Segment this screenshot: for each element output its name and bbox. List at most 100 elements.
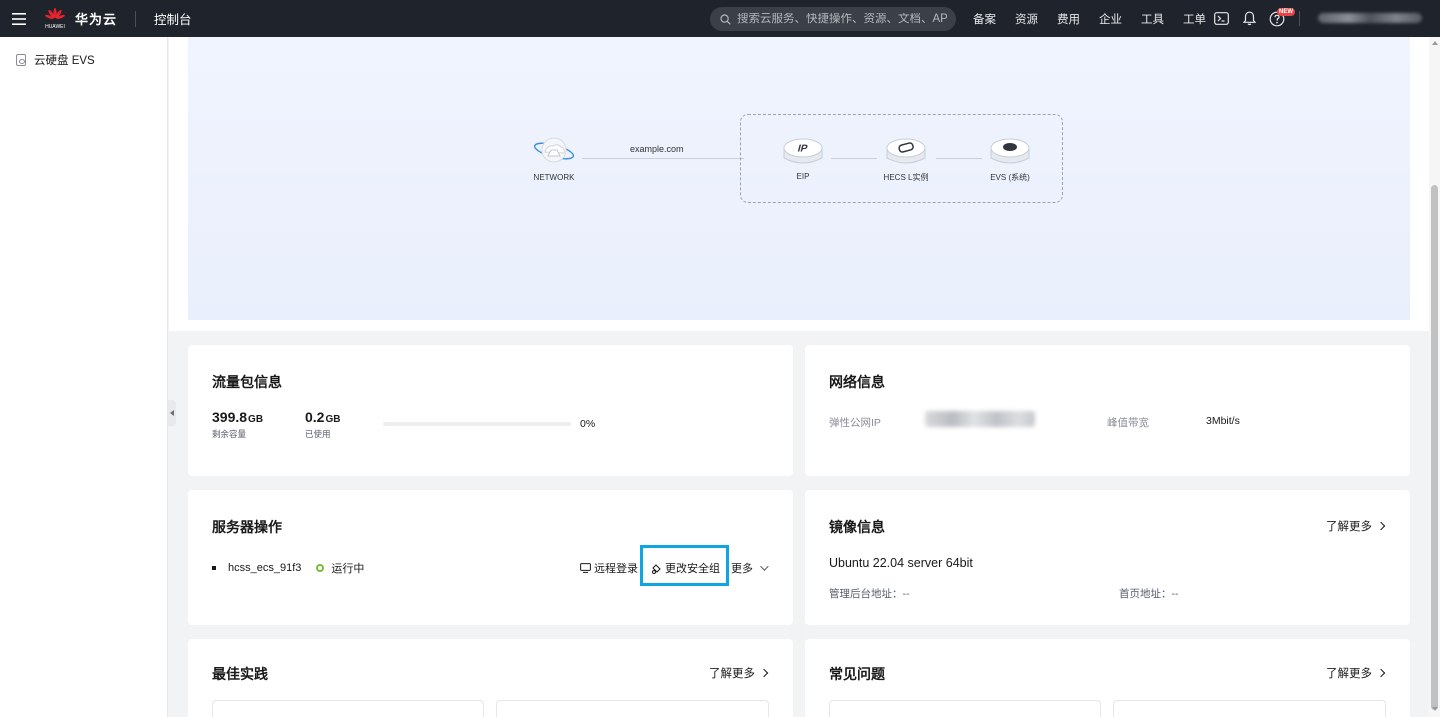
network-node[interactable]: NETWORK: [531, 133, 577, 182]
remote-login-button[interactable]: 远程登录: [580, 560, 638, 576]
disk-icon: [16, 54, 26, 66]
image-os-name: Ubuntu 22.04 server 64bit: [829, 556, 973, 570]
cloud-globe-icon: [533, 137, 575, 163]
domain-label[interactable]: example.com: [630, 144, 684, 154]
search-icon: [720, 13, 731, 25]
best-practices-learn-more-link[interactable]: 了解更多: [709, 665, 769, 681]
eip-node-label: EIP: [796, 172, 810, 181]
scroll-up-arrow-icon[interactable]: [1432, 41, 1438, 45]
server-name[interactable]: hcss_ecs_91f3: [228, 562, 301, 574]
image-learn-more-link[interactable]: 了解更多: [1326, 518, 1386, 534]
faq-learn-more-link[interactable]: 了解更多: [1326, 665, 1386, 681]
sidebar-item-label: 云硬盘 EVS: [34, 55, 95, 67]
change-security-group-button[interactable]: 更改安全组: [651, 560, 720, 576]
used-unit: GB: [325, 414, 341, 425]
network-link-line: [582, 158, 744, 159]
chevron-down-icon: [760, 562, 769, 571]
header-divider: [135, 10, 137, 27]
monitor-icon: [580, 563, 591, 573]
server-status: 运行中: [331, 563, 365, 575]
nav-tools[interactable]: 工具: [1141, 11, 1164, 27]
remaining-capacity-stat: 399.8GB 剩余容量: [212, 409, 263, 440]
console-link[interactable]: 控制台: [154, 9, 192, 28]
home-address: 首页地址：--: [1119, 586, 1179, 601]
image-card-title: 镜像信息: [829, 519, 885, 535]
top-navigation-bar: HUAWEI 华为云 控制台 备案 资源 费用 企业 工具 工单 NEW: [0, 0, 1440, 37]
header-nav: 备案 资源 费用 企业 工具 工单: [973, 0, 1225, 37]
bullet-icon: [212, 566, 216, 570]
best-practices-card: 最佳实践 了解更多: [188, 639, 793, 717]
hamburger-menu-icon[interactable]: [0, 0, 37, 37]
more-actions-dropdown[interactable]: 更多: [731, 560, 769, 576]
page-scrollbar[interactable]: [1429, 37, 1440, 717]
topology-diagram: example.com NETWORK IP EIP HECS L实例 EVS …: [188, 37, 1410, 320]
home-address-value: --: [1171, 588, 1179, 600]
more-actions-label: 更多: [731, 563, 753, 575]
chevron-right-icon: [1376, 668, 1386, 678]
huawei-cloud-logo[interactable]: HUAWEI 华为云: [45, 7, 118, 30]
used-caption: 已使用: [305, 429, 331, 439]
network-info-card: 网络信息 弹性公网IP 峰值带宽 3Mbit/s: [805, 345, 1410, 476]
bell-icon[interactable]: [1241, 10, 1258, 27]
server-card-title: 服务器操作: [212, 519, 282, 535]
hecs-node[interactable]: HECS L实例: [874, 136, 938, 183]
change-security-group-label: 更改安全组: [665, 563, 720, 575]
disk-volume-icon: [990, 138, 1030, 164]
usage-percent: 0%: [580, 418, 596, 430]
nav-enterprise[interactable]: 企业: [1099, 11, 1122, 27]
network-card-title: 网络信息: [829, 374, 885, 390]
scrollbar-thumb[interactable]: [1431, 185, 1438, 710]
bandwidth-value: 3Mbit/s: [1206, 415, 1240, 427]
terminal-icon[interactable]: [1213, 10, 1230, 27]
remaining-value: 399.8: [212, 409, 248, 425]
bandwidth-label: 峰值带宽: [1107, 417, 1149, 429]
faq-card: 常见问题 了解更多: [805, 639, 1410, 717]
eip-icon: IP: [783, 138, 823, 164]
eip-label: 弹性公网IP: [829, 417, 881, 429]
server-operations-card: 服务器操作 hcss_ecs_91f3 运行中 远程登录 更改安全组 更多: [188, 490, 793, 625]
brand-name: 华为云: [75, 12, 118, 27]
admin-address: 管理后台地址：--: [829, 586, 910, 601]
global-search[interactable]: [710, 7, 956, 31]
scroll-down-arrow-icon[interactable]: [1432, 707, 1438, 711]
main-content: example.com NETWORK IP EIP HECS L实例 EVS …: [169, 37, 1429, 717]
search-input[interactable]: [737, 13, 947, 25]
faq-title: 常见问题: [829, 666, 885, 682]
eip-node[interactable]: IP EIP: [781, 136, 825, 181]
evs-node[interactable]: EVS (系统): [980, 136, 1040, 183]
learn-more-label: 了解更多: [1326, 521, 1372, 533]
used-value: 0.2: [305, 409, 325, 425]
best-practice-item[interactable]: [212, 700, 484, 717]
traffic-card-title: 流量包信息: [212, 374, 282, 390]
remaining-unit: GB: [248, 414, 264, 425]
logo-caption: HUAWEI: [45, 23, 65, 30]
best-practices-title: 最佳实践: [212, 666, 268, 682]
running-status-icon: [316, 564, 325, 572]
chevron-right-icon: [1376, 521, 1386, 531]
hecs-node-label: HECS L实例: [883, 173, 929, 182]
remaining-caption: 剩余容量: [212, 429, 247, 439]
new-badge: NEW: [1277, 8, 1295, 16]
sidebar-item-evs[interactable]: 云硬盘 EVS: [16, 52, 95, 68]
sidebar: 云硬盘 EVS: [0, 37, 168, 717]
nav-resources[interactable]: 资源: [1015, 11, 1038, 27]
admin-address-label: 管理后台地址：: [829, 588, 903, 600]
best-practice-item[interactable]: [496, 700, 769, 717]
learn-more-label: 了解更多: [709, 668, 755, 680]
traffic-package-card: 流量包信息 399.8GB 剩余容量 0.2GB 已使用 0%: [188, 345, 793, 476]
nav-filing[interactable]: 备案: [973, 11, 996, 27]
remote-login-label: 远程登录: [594, 563, 638, 575]
evs-node-label: EVS (系统): [990, 173, 1030, 182]
faq-item[interactable]: [829, 700, 1101, 717]
account-name-redacted[interactable]: [1318, 13, 1422, 23]
used-capacity-stat: 0.2GB 已使用: [305, 409, 340, 440]
nav-billing[interactable]: 费用: [1057, 11, 1080, 27]
home-address-label: 首页地址：: [1119, 588, 1172, 600]
usage-progress-bar: [383, 422, 571, 426]
image-info-card: 镜像信息 了解更多 Ubuntu 22.04 server 64bit 管理后台…: [805, 490, 1410, 625]
faq-item[interactable]: [1113, 700, 1386, 717]
security-group-icon: [652, 563, 661, 574]
server-row: hcss_ecs_91f3 运行中: [212, 560, 364, 576]
eip-value-redacted[interactable]: [925, 411, 1035, 427]
nav-tickets[interactable]: 工单: [1183, 11, 1206, 27]
